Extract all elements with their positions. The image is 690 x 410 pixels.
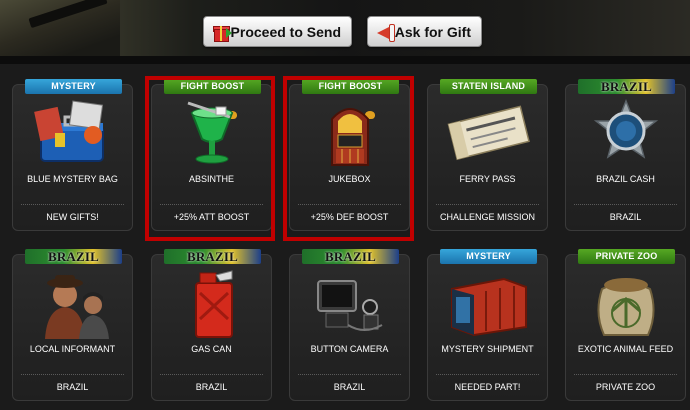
item-footer: NEEDED PART! xyxy=(454,382,521,392)
gift-card-exotic-animal-feed[interactable]: PRIVATE ZOO EXOTIC ANIMAL FEED PRIVATE Z… xyxy=(565,249,686,401)
card-tag: STATEN ISLAND xyxy=(440,79,537,94)
gift-card-absinthe[interactable]: FIGHT BOOST ABSINTHE +25% ATT BOOST xyxy=(151,79,272,231)
shipping-container-icon xyxy=(451,277,527,337)
card-divider xyxy=(21,374,124,375)
brazil-cash-badge-icon xyxy=(593,99,659,159)
item-name: LOCAL INFORMANT xyxy=(29,344,116,354)
item-name: ABSINTHE xyxy=(188,174,234,184)
gift-card-local-informant[interactable]: BRAZIL LOCAL INFORMANT BRAZIL xyxy=(12,249,133,401)
gift-card-blue-mystery-bag[interactable]: MYSTERY BLUE MYSTERY BAG NEW GIFTS! xyxy=(12,79,133,231)
animal-feed-sack-icon xyxy=(597,278,655,336)
item-footer: +25% DEF BOOST xyxy=(310,212,389,222)
gift-send-icon xyxy=(212,22,232,42)
card-tag: FIGHT BOOST xyxy=(164,79,261,94)
item-footer: NEW GIFTS! xyxy=(46,212,99,222)
card-tag: MYSTERY xyxy=(25,79,122,94)
item-footer: BRAZIL xyxy=(609,212,642,222)
item-name: MYSTERY SHIPMENT xyxy=(441,344,534,354)
ask-for-gift-button[interactable]: Ask for Gift xyxy=(367,16,482,47)
proceed-to-send-button[interactable]: Proceed to Send xyxy=(203,16,352,47)
proceed-to-send-label: Proceed to Send xyxy=(230,23,341,40)
gift-card-button-camera[interactable]: BRAZIL BUTTON CAMERA BRAZIL xyxy=(289,249,410,401)
card-divider xyxy=(298,374,401,375)
item-name: BUTTON CAMERA xyxy=(310,344,389,354)
card-divider xyxy=(574,374,677,375)
separator-strip xyxy=(0,56,690,64)
item-name: BLUE MYSTERY BAG xyxy=(27,174,118,184)
banner-artwork xyxy=(0,0,120,56)
card-divider xyxy=(160,204,263,205)
card-divider xyxy=(436,204,539,205)
card-tag: FIGHT BOOST xyxy=(302,79,399,94)
item-footer: PRIVATE ZOO xyxy=(595,382,656,392)
absinthe-glass-icon xyxy=(187,101,234,164)
blue-mystery-bag-icon xyxy=(34,100,104,162)
card-divider xyxy=(21,204,124,205)
item-footer: +25% ATT BOOST xyxy=(173,212,250,222)
item-name: FERRY PASS xyxy=(459,174,516,184)
card-tag: MYSTERY xyxy=(440,249,537,264)
card-divider xyxy=(298,204,401,205)
megaphone-icon xyxy=(376,22,395,42)
card-tag: BRAZIL xyxy=(25,249,122,264)
card-divider xyxy=(160,374,263,375)
gift-card-brazil-cash[interactable]: BRAZIL BRAZIL CASH BRAZIL xyxy=(565,79,686,231)
item-name: BRAZIL CASH xyxy=(596,174,655,184)
item-name: EXOTIC ANIMAL FEED xyxy=(577,344,674,354)
button-camera-icon xyxy=(317,280,383,331)
gift-card-jukebox[interactable]: FIGHT BOOST JUKEBOX +25% DEF BOOST xyxy=(289,79,410,231)
item-footer: BRAZIL xyxy=(333,382,366,392)
gift-card-gas-can[interactable]: BRAZIL GAS CAN BRAZIL xyxy=(151,249,272,401)
item-name: JUKEBOX xyxy=(328,174,371,184)
local-informant-icon xyxy=(45,275,109,339)
gas-can-icon xyxy=(195,270,233,338)
card-tag: PRIVATE ZOO xyxy=(578,249,675,264)
ask-for-gift-label: Ask for Gift xyxy=(394,23,471,40)
item-footer: BRAZIL xyxy=(195,382,228,392)
item-footer: BRAZIL xyxy=(56,382,89,392)
gift-card-ferry-pass[interactable]: STATEN ISLAND FERRY PASS CHALLENGE MISSI… xyxy=(427,79,548,231)
card-divider xyxy=(436,374,539,375)
jukebox-icon xyxy=(331,108,369,166)
card-tag: BRAZIL xyxy=(302,249,399,264)
gift-card-mystery-shipment[interactable]: MYSTERY MYSTERY SHIPMENT NEEDED PART! xyxy=(427,249,548,401)
card-divider xyxy=(574,204,677,205)
card-tag: BRAZIL xyxy=(164,249,261,264)
ferry-pass-icon xyxy=(447,105,530,161)
card-tag: BRAZIL xyxy=(578,79,675,94)
item-footer: CHALLENGE MISSION xyxy=(439,212,536,222)
item-name: GAS CAN xyxy=(191,344,232,354)
